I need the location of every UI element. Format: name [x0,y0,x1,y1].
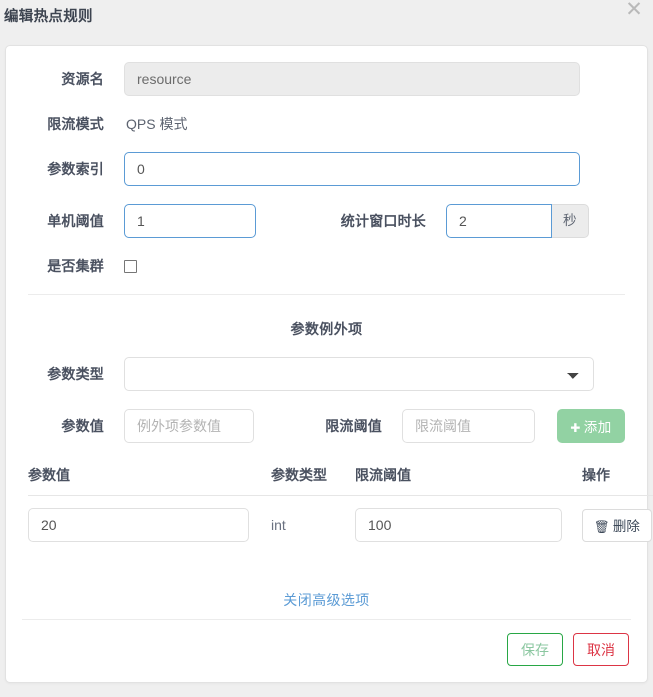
field-row-is-cluster: 是否集群 [28,256,625,276]
page-title: 编辑热点规则 [4,9,93,25]
resource-input [124,62,580,96]
add-button-label: 添加 [583,420,612,435]
param-index-label: 参数索引 [47,161,104,177]
field-row-resource: 资源名 [28,62,625,96]
add-exception-button[interactable]: ✚ 添加 [557,409,625,443]
cell-threshold [355,496,582,553]
dialog-body: 资源名 限流模式 QPS 模式 参数索引 单机阈值 统计窗口时长 秒 [5,45,653,683]
row-threshold-input[interactable] [355,508,562,542]
flow-mode-value: QPS 模式 [126,116,188,132]
th-param-value: 参数值 [28,461,271,496]
advanced-options-row: 关闭高级选项 [28,552,625,610]
field-row-param-index: 参数索引 [28,152,625,186]
flow-mode-label: 限流模式 [47,116,104,132]
param-type-select[interactable] [124,357,594,391]
row-param-value-input[interactable] [28,508,249,542]
footer-divider [22,619,631,620]
param-type-label: 参数类型 [47,366,104,382]
rule-form: 资源名 限流模式 QPS 模式 参数索引 单机阈值 统计窗口时长 秒 [6,46,647,276]
param-value-input[interactable] [124,409,254,443]
exception-section-title: 参数例外项 [290,321,363,337]
delete-row-button[interactable]: 🗑 删除 [582,508,652,542]
window-duration-unit: 秒 [552,204,589,238]
field-row-exception-entry: 参数值 限流阈值 ✚添加 [28,409,625,443]
is-cluster-label: 是否集群 [47,258,104,274]
plus-icon: ✚ [570,421,581,435]
single-threshold-label: 单机阈值 [47,213,104,229]
exception-threshold-label: 限流阈值 [325,418,382,434]
trash-icon: 🗑 [594,520,610,534]
dialog-header: 编辑热点规则 ✕ [0,0,653,45]
field-row-param-type: 参数类型 [28,357,625,391]
single-threshold-input[interactable] [124,204,256,238]
window-duration-group: 秒 [446,204,589,238]
dialog-footer: 保存 取消 [507,633,629,666]
close-icon[interactable]: ✕ [623,0,645,21]
field-row-threshold-window: 单机阈值 统计窗口时长 秒 [28,204,625,238]
window-duration-label: 统计窗口时长 [340,213,426,229]
cell-param-value [28,496,271,553]
th-threshold: 限流阈值 [355,461,582,496]
cell-operation: 🗑 删除 [582,496,653,553]
resource-label: 资源名 [61,71,104,87]
field-row-flow-mode: 限流模式 QPS 模式 [28,114,625,134]
save-button[interactable]: 保存 [507,633,563,666]
is-cluster-checkbox[interactable] [124,259,137,273]
exception-threshold-input[interactable] [402,409,535,443]
window-duration-input[interactable] [446,204,552,238]
exception-table: 参数值 参数类型 限流阈值 操作 int [28,461,653,552]
delete-button-label: 删除 [612,519,640,534]
th-param-type: 参数类型 [271,461,355,496]
exception-form: 参数类型 参数值 限流阈值 ✚添加 参数值 参数类型 [6,357,653,610]
toggle-advanced-options-link[interactable]: 关闭高级选项 [283,592,369,608]
param-index-input[interactable] [124,152,580,186]
cell-param-type: int [271,517,286,533]
param-value-label: 参数值 [61,418,104,434]
table-row: int 🗑删除 [28,496,653,553]
cancel-button[interactable]: 取消 [573,633,629,666]
edit-hotspot-rule-dialog: 编辑热点规则 ✕ 资源名 限流模式 QPS 模式 参数索引 单机阈值 [0,0,653,697]
table-header-row: 参数值 参数类型 限流阈值 操作 [28,461,653,496]
th-operation: 操作 [582,461,653,496]
